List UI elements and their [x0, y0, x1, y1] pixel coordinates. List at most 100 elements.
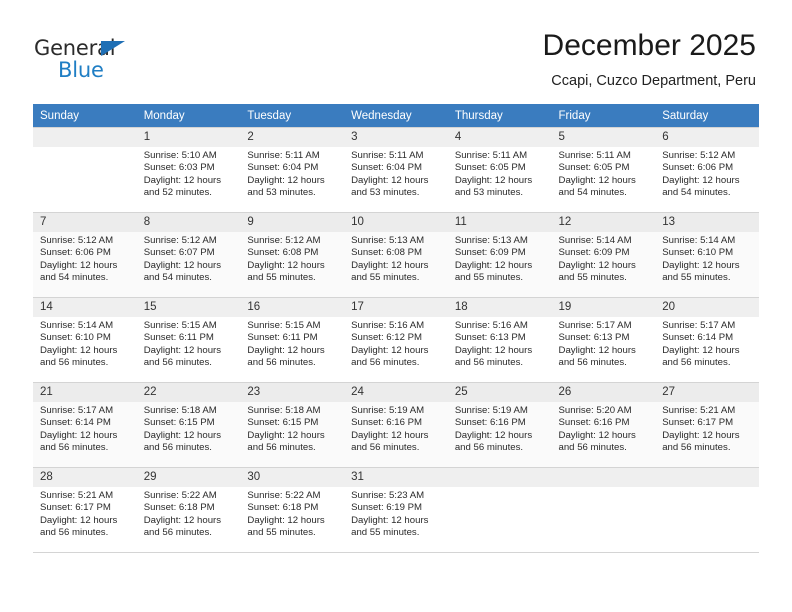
day-details: Sunrise: 5:19 AM Sunset: 6:16 PM Daylight:…	[344, 402, 448, 455]
day-cell-inner: 19 Sunrise: 5:17 AM Sunset: 6:13 PM Dayligh…	[551, 298, 656, 382]
calendar-day-cell[interactable]: 9 Sunrise: 5:12 AM Sunset: 6:08 PM Daylight…	[240, 212, 345, 298]
calendar-day-cell[interactable]: 22 Sunrise: 5:18 AM Sunset: 6:15 PM Dayligh…	[136, 382, 241, 468]
daylight-text-line1: Daylight: 12 hours	[247, 174, 325, 186]
daylight-text-line1: Daylight: 12 hours	[40, 259, 118, 271]
calendar-day-cell[interactable]: 4 Sunrise: 5:11 AM Sunset: 6:05 PM Daylight…	[447, 127, 552, 213]
daylight-text-line1: Daylight: 12 hours	[662, 429, 740, 441]
day-number: 24	[344, 383, 448, 402]
calendar-day-cell[interactable]: 30 Sunrise: 5:22 AM Sunset: 6:18 PM Dayligh…	[240, 467, 345, 553]
sunrise-text: Sunrise: 5:11 AM	[454, 150, 528, 161]
calendar-day-cell[interactable]: 29 Sunrise: 5:22 AM Sunset: 6:18 PM Dayligh…	[136, 467, 241, 553]
day-details: Sunrise: 5:22 AM Sunset: 6:18 PM Daylight:…	[137, 487, 241, 540]
daylight-text-line1: Daylight: 12 hours	[454, 174, 533, 186]
calendar-day-cell[interactable]: 28 Sunrise: 5:21 AM Sunset: 6:17 PM Dayligh…	[33, 467, 137, 553]
sunrise-text: Sunrise: 5:16 AM	[454, 320, 528, 331]
day-details: Sunrise: 5:11 AM Sunset: 6:04 PM Daylight:…	[240, 147, 344, 200]
calendar-day-cell[interactable]: 15 Sunrise: 5:15 AM Sunset: 6:11 PM Dayligh…	[136, 297, 241, 383]
sunset-text: Sunset: 6:18 PM	[247, 502, 319, 514]
calendar-day-cell[interactable]: 13 Sunrise: 5:14 AM Sunset: 6:10 PM Dayligh…	[655, 212, 759, 298]
day-number-placeholder	[551, 468, 656, 487]
day-cell-inner	[447, 468, 552, 552]
weekday-header-saturday: Saturday	[655, 104, 759, 128]
daylight-text-line1: Daylight: 12 hours	[558, 174, 636, 186]
day-details: Sunrise: 5:12 AM Sunset: 6:07 PM Daylight:…	[137, 232, 241, 285]
day-number: 8	[136, 213, 241, 232]
calendar-day-cell[interactable]: 14 Sunrise: 5:14 AM Sunset: 6:10 PM Dayligh…	[33, 297, 137, 383]
calendar-day-cell[interactable]: 10 Sunrise: 5:13 AM Sunset: 6:08 PM Dayligh…	[344, 212, 448, 298]
calendar-day-cell[interactable]: 8 Sunrise: 5:12 AM Sunset: 6:07 PM Daylight…	[136, 212, 241, 298]
sunset-text: Sunset: 6:06 PM	[662, 162, 734, 174]
calendar-day-cell[interactable]: 18 Sunrise: 5:16 AM Sunset: 6:13 PM Dayligh…	[447, 297, 552, 383]
daylight-text-line1: Daylight: 12 hours	[40, 344, 118, 356]
daylight-text-line2: and 56 minutes.	[351, 357, 420, 369]
daylight-text-line1: Daylight: 12 hours	[143, 344, 222, 356]
sunset-text: Sunset: 6:09 PM	[558, 247, 630, 259]
calendar-week-row: 1 Sunrise: 5:10 AM Sunset: 6:03 PM Daylight…	[33, 127, 759, 213]
day-details: Sunrise: 5:14 AM Sunset: 6:10 PM Daylight:…	[655, 232, 759, 285]
day-details: Sunrise: 5:14 AM Sunset: 6:09 PM Daylight:…	[552, 232, 656, 285]
sunset-text: Sunset: 6:08 PM	[351, 247, 423, 259]
day-cell-inner: 10 Sunrise: 5:13 AM Sunset: 6:08 PM Dayligh…	[344, 213, 448, 297]
calendar-day-cell[interactable]: 11 Sunrise: 5:13 AM Sunset: 6:09 PM Dayligh…	[447, 212, 552, 298]
daylight-text-line1: Daylight: 12 hours	[662, 344, 740, 356]
day-number: 6	[655, 128, 759, 147]
day-cell-inner: 4 Sunrise: 5:11 AM Sunset: 6:05 PM Daylight…	[447, 128, 552, 212]
day-cell-inner: 9 Sunrise: 5:12 AM Sunset: 6:08 PM Daylight…	[240, 213, 345, 297]
calendar-day-cell[interactable]: 3 Sunrise: 5:11 AM Sunset: 6:04 PM Daylight…	[344, 127, 448, 213]
day-details: Sunrise: 5:17 AM Sunset: 6:14 PM Daylight:…	[655, 317, 759, 370]
calendar-day-cell[interactable]: 25 Sunrise: 5:19 AM Sunset: 6:16 PM Dayligh…	[447, 382, 552, 468]
sunrise-text: Sunrise: 5:17 AM	[662, 320, 736, 331]
page-header: General Blue December 2025 Ccapi, Cuzco …	[0, 0, 792, 100]
calendar-day-cell[interactable]: 16 Sunrise: 5:15 AM Sunset: 6:11 PM Dayligh…	[240, 297, 345, 383]
sunrise-text: Sunrise: 5:11 AM	[351, 150, 424, 161]
daylight-text-line1: Daylight: 12 hours	[558, 429, 636, 441]
calendar-day-cell[interactable]: 1 Sunrise: 5:10 AM Sunset: 6:03 PM Daylight…	[136, 127, 241, 213]
calendar-week-row: 7 Sunrise: 5:12 AM Sunset: 6:06 PM Daylight…	[33, 212, 759, 298]
day-cell-inner: 13 Sunrise: 5:14 AM Sunset: 6:10 PM Dayligh…	[655, 213, 759, 297]
calendar-day-cell[interactable]: 12 Sunrise: 5:14 AM Sunset: 6:09 PM Dayligh…	[551, 212, 656, 298]
calendar-day-cell[interactable]: 20 Sunrise: 5:17 AM Sunset: 6:14 PM Dayligh…	[655, 297, 759, 383]
day-cell-inner: 23 Sunrise: 5:18 AM Sunset: 6:15 PM Dayligh…	[240, 383, 345, 467]
calendar-day-cell[interactable]: 5 Sunrise: 5:11 AM Sunset: 6:05 PM Daylight…	[551, 127, 656, 213]
calendar-week-row: 21 Sunrise: 5:17 AM Sunset: 6:14 PM Dayligh…	[33, 382, 759, 468]
sunrise-text: Sunrise: 5:20 AM	[558, 405, 632, 416]
sunrise-text: Sunrise: 5:13 AM	[454, 235, 528, 246]
sunrise-text: Sunrise: 5:15 AM	[143, 320, 217, 331]
day-number: 11	[447, 213, 552, 232]
daylight-text-line1: Daylight: 12 hours	[247, 344, 325, 356]
weekday-header-monday: Monday	[136, 104, 241, 128]
daylight-text-line2: and 56 minutes.	[662, 357, 731, 369]
title-block: December 2025 Ccapi, Cuzco Department, P…	[543, 28, 756, 91]
daylight-text-line1: Daylight: 12 hours	[247, 429, 325, 441]
sunrise-text: Sunrise: 5:18 AM	[143, 405, 217, 416]
calendar-day-cell[interactable]: 31 Sunrise: 5:23 AM Sunset: 6:19 PM Dayligh…	[344, 467, 448, 553]
sunset-text: Sunset: 6:14 PM	[662, 332, 734, 344]
day-details: Sunrise: 5:22 AM Sunset: 6:18 PM Daylight:…	[240, 487, 344, 540]
day-number: 14	[33, 298, 137, 317]
daylight-text-line2: and 54 minutes.	[662, 187, 731, 199]
calendar-day-cell[interactable]: 17 Sunrise: 5:16 AM Sunset: 6:12 PM Dayligh…	[344, 297, 448, 383]
weekday-header-tuesday: Tuesday	[240, 104, 345, 128]
calendar-day-cell[interactable]: 23 Sunrise: 5:18 AM Sunset: 6:15 PM Dayligh…	[240, 382, 345, 468]
day-cell-inner: 8 Sunrise: 5:12 AM Sunset: 6:07 PM Daylight…	[136, 213, 241, 297]
daylight-text-line2: and 53 minutes.	[247, 187, 316, 199]
general-blue-logo[interactable]: General Blue	[34, 36, 174, 86]
sunrise-text: Sunrise: 5:13 AM	[351, 235, 425, 246]
sunset-text: Sunset: 6:16 PM	[454, 417, 526, 429]
calendar-day-cell[interactable]: 21 Sunrise: 5:17 AM Sunset: 6:14 PM Dayligh…	[33, 382, 137, 468]
calendar-day-cell[interactable]: 7 Sunrise: 5:12 AM Sunset: 6:06 PM Daylight…	[33, 212, 137, 298]
day-number: 2	[240, 128, 345, 147]
calendar-day-cell[interactable]: 19 Sunrise: 5:17 AM Sunset: 6:13 PM Dayligh…	[551, 297, 656, 383]
day-number: 3	[344, 128, 448, 147]
day-number: 28	[33, 468, 137, 487]
calendar-day-cell[interactable]: 24 Sunrise: 5:19 AM Sunset: 6:16 PM Dayligh…	[344, 382, 448, 468]
day-cell-inner: 22 Sunrise: 5:18 AM Sunset: 6:15 PM Dayligh…	[136, 383, 241, 467]
calendar-day-cell[interactable]: 26 Sunrise: 5:20 AM Sunset: 6:16 PM Dayligh…	[551, 382, 656, 468]
day-number: 29	[136, 468, 241, 487]
daylight-text-line1: Daylight: 12 hours	[351, 429, 429, 441]
calendar-day-cell[interactable]: 2 Sunrise: 5:11 AM Sunset: 6:04 PM Daylight…	[240, 127, 345, 213]
sunset-text: Sunset: 6:14 PM	[40, 417, 111, 429]
sunset-text: Sunset: 6:06 PM	[40, 247, 111, 259]
calendar-day-cell[interactable]: 27 Sunrise: 5:21 AM Sunset: 6:17 PM Dayligh…	[655, 382, 759, 468]
calendar-day-cell[interactable]: 6 Sunrise: 5:12 AM Sunset: 6:06 PM Daylight…	[655, 127, 759, 213]
